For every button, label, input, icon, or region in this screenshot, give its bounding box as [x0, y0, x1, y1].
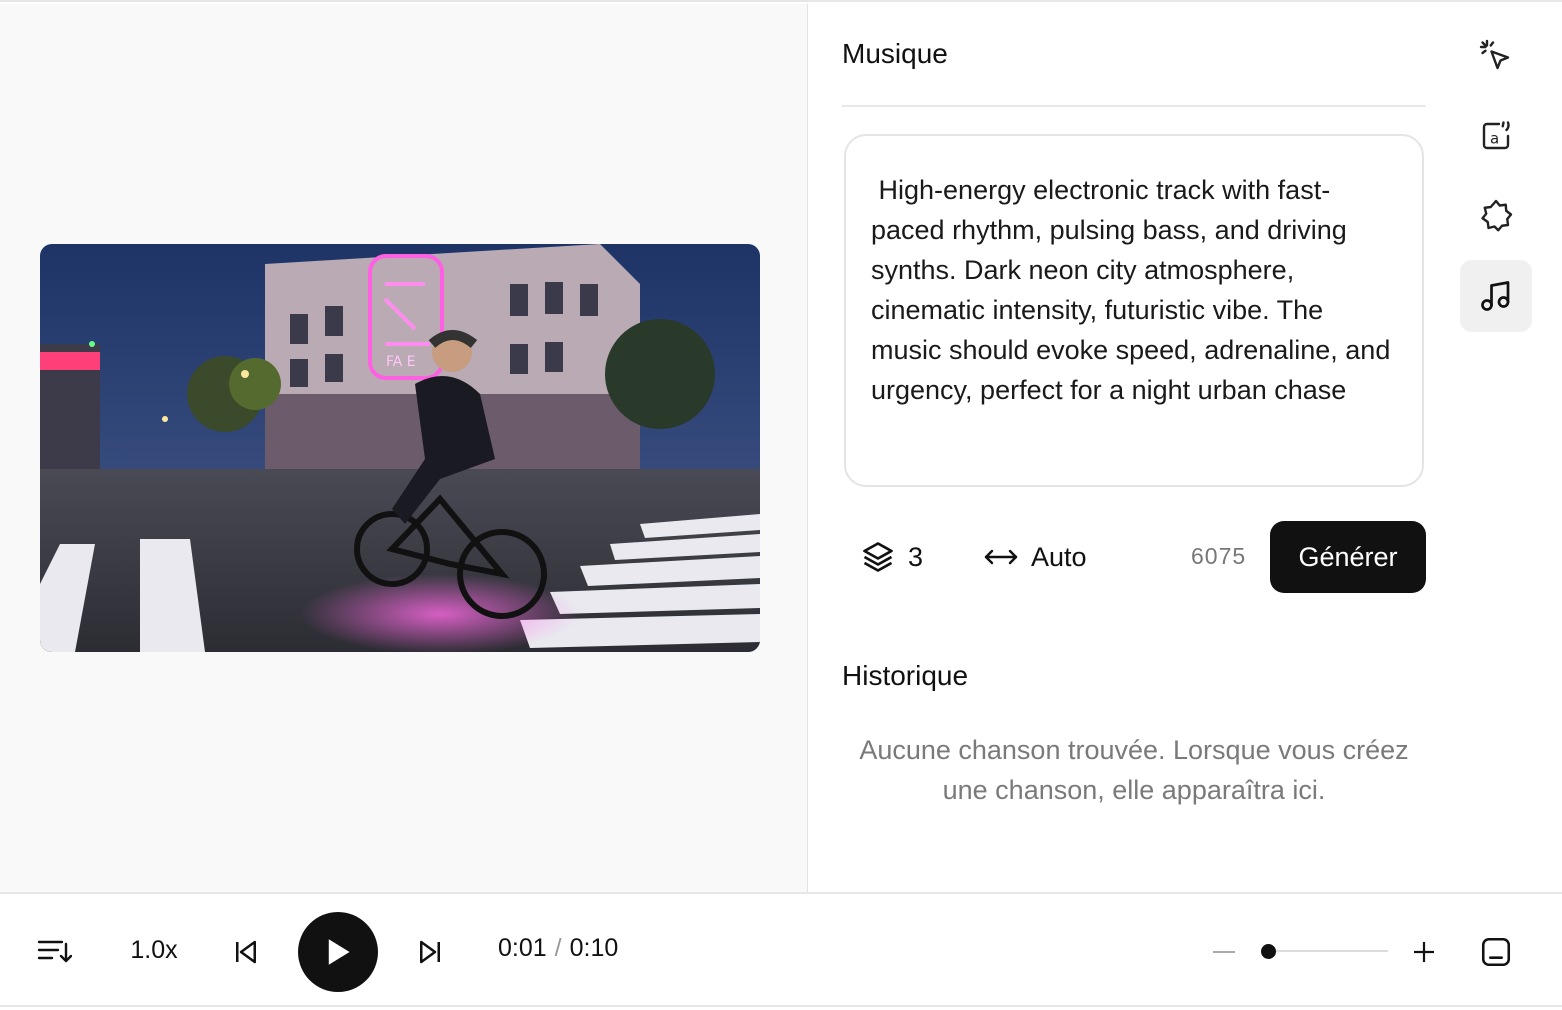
plus-icon: [1414, 942, 1434, 962]
prompt-text[interactable]: High-energy electronic track with fast-p…: [871, 170, 1400, 410]
panel-bottom-icon: [1481, 937, 1511, 967]
skip-forward-button[interactable]: [412, 932, 448, 972]
total-time: 0:10: [569, 934, 619, 962]
video-thumbnail: FA E: [40, 244, 760, 652]
skip-back-button[interactable]: [228, 932, 264, 972]
cursor-sparkle-icon: [1479, 39, 1510, 70]
current-time: 0:01: [498, 934, 547, 962]
music-panel: Musique High-energy electronic track wit…: [809, 4, 1459, 892]
duration-selector[interactable]: Auto: [983, 521, 1087, 593]
history-title: Historique: [842, 660, 969, 691]
layers-icon: [863, 542, 893, 572]
playlist-button[interactable]: [34, 932, 74, 972]
music-note-icon: [1481, 281, 1510, 311]
tool-rail: a: [1459, 4, 1562, 892]
translate-icon: a: [1482, 121, 1510, 150]
history-empty-message: Aucune chanson trouvée. Lorsque vous cré…: [859, 735, 1409, 805]
prompt-input[interactable]: High-energy electronic track with fast-p…: [844, 134, 1424, 487]
tool-music[interactable]: [1460, 260, 1532, 332]
bottom-border: [0, 1005, 1562, 1010]
tool-translate[interactable]: a: [1460, 100, 1532, 172]
badge-star-icon: [1481, 199, 1513, 232]
generation-controls: 3 Auto 6075 Générer: [842, 521, 1426, 593]
zoom-in-button[interactable]: [1410, 934, 1438, 970]
playlist-icon: [37, 940, 72, 963]
variants-count: 3: [908, 541, 924, 572]
minus-icon: [1213, 951, 1235, 953]
captions-toggle-button[interactable]: [1476, 932, 1516, 972]
variants-selector[interactable]: 3: [860, 521, 923, 593]
tool-cursor-sparkle[interactable]: [1460, 20, 1532, 92]
zoom-slider-track[interactable]: [1262, 950, 1388, 952]
play-icon: [328, 939, 350, 965]
video-preview-area: FA E: [0, 4, 808, 892]
playback-speed[interactable]: 1.0x: [118, 932, 190, 968]
zoom-out-button[interactable]: [1210, 934, 1238, 970]
time-separator: /: [554, 934, 562, 962]
tool-badge[interactable]: [1460, 180, 1532, 252]
credits-count: 6075: [1191, 543, 1247, 569]
duration-value: Auto: [1031, 541, 1087, 572]
play-button[interactable]: [298, 912, 378, 992]
panel-title: Musique: [842, 38, 948, 69]
zoom-slider-handle[interactable]: [1261, 944, 1277, 959]
divider: [842, 105, 1426, 107]
generate-button[interactable]: Générer: [1270, 521, 1426, 593]
skip-back-icon: [236, 940, 256, 964]
playback-bar: 1.0x 0:01/0:10: [0, 892, 1562, 1008]
video-frame[interactable]: FA E: [40, 244, 760, 652]
svg-text:a: a: [1490, 130, 1499, 148]
neon-sign-text: FA E: [386, 354, 416, 370]
time-display: 0:01/0:10: [498, 934, 618, 963]
arrows-horizontal-icon: [984, 549, 1018, 565]
skip-forward-icon: [420, 940, 440, 964]
